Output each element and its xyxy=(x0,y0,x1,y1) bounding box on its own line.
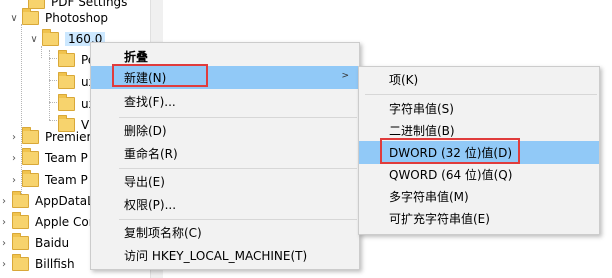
tree-guide-line xyxy=(49,120,57,121)
tree-guide-line xyxy=(49,58,57,59)
menu-item-permissions[interactable]: 权限(P)... xyxy=(91,193,359,216)
tree-guide-line xyxy=(49,102,57,103)
menu-item-label: 二进制值(B) xyxy=(389,124,455,138)
menu-item-label: QWORD (64 位)值(Q) xyxy=(389,168,513,182)
folder-icon xyxy=(22,127,39,144)
tree-node-label: Premier xyxy=(45,130,92,144)
chevron-right-icon[interactable]: › xyxy=(0,238,10,249)
menu-item-label: 访问 HKEY_LOCAL_MACHINE(T) xyxy=(124,249,308,263)
menu-item-label: 新建(N) xyxy=(124,71,167,85)
menu-item-collapse[interactable]: 折叠 xyxy=(91,45,359,68)
tree-node[interactable]: › AppDataLo xyxy=(0,190,101,212)
folder-icon xyxy=(42,29,59,46)
tree-node-label: Team P xyxy=(45,173,88,187)
menu-separator xyxy=(119,117,357,118)
folder-icon xyxy=(58,94,75,111)
tree-node[interactable]: › Team P xyxy=(8,169,88,191)
tree-node[interactable]: › Premier xyxy=(8,126,91,148)
new-submenu: 项(K) 字符串值(S) 二进制值(B) DWORD (32 位)值(D) QW… xyxy=(358,66,600,235)
menu-item-label: 复制项名称(C) xyxy=(124,226,202,240)
submenu-item-dword-value[interactable]: DWORD (32 位)值(D) xyxy=(359,141,599,164)
submenu-item-key[interactable]: 项(K) xyxy=(359,68,599,91)
chevron-right-icon[interactable]: › xyxy=(8,153,20,164)
tree-node-label: Photoshop xyxy=(45,11,109,25)
menu-item-label: 可扩充字符串值(E) xyxy=(389,212,490,226)
submenu-item-string-value[interactable]: 字符串值(S) xyxy=(359,97,599,120)
tree-node-label: Baidu xyxy=(35,236,70,250)
menu-item-label: 重命名(R) xyxy=(124,147,178,161)
menu-separator xyxy=(119,219,357,220)
menu-item-export[interactable]: 导出(E) xyxy=(91,170,359,193)
chevron-right-icon[interactable]: › xyxy=(0,196,10,207)
tree-node[interactable]: › Baidu xyxy=(0,232,69,254)
tree-guide-line xyxy=(49,50,50,120)
menu-separator xyxy=(119,168,357,169)
tree-node[interactable]: › Billfish xyxy=(0,253,75,275)
menu-item-copy-key-name[interactable]: 复制项名称(C) xyxy=(91,221,359,244)
submenu-item-qword-value[interactable]: QWORD (64 位)值(Q) xyxy=(359,163,599,186)
tree-node-photoshop[interactable]: ∨ Photoshop xyxy=(8,7,108,29)
folder-icon xyxy=(12,233,29,250)
folder-icon xyxy=(22,8,39,25)
menu-item-goto-hklm[interactable]: 访问 HKEY_LOCAL_MACHINE(T) xyxy=(91,244,359,267)
submenu-item-multi-string-value[interactable]: 多字符串值(M) xyxy=(359,185,599,208)
menu-item-label: 查找(F)... xyxy=(124,95,176,109)
menu-item-label: 删除(D) xyxy=(124,124,167,138)
tree-guide-line xyxy=(49,80,57,81)
menu-item-label: 项(K) xyxy=(389,73,419,87)
tree-node-label: Billfish xyxy=(35,257,75,271)
chevron-right-icon[interactable]: › xyxy=(8,175,20,186)
chevron-right-icon: > xyxy=(341,71,349,81)
tree-node-label: Team P xyxy=(45,151,88,165)
folder-icon xyxy=(12,212,29,229)
chevron-right-icon[interactable]: › xyxy=(8,132,20,143)
chevron-down-icon[interactable]: ∨ xyxy=(28,34,40,45)
menu-item-label: 多字符串值(M) xyxy=(389,190,469,204)
chevron-down-icon[interactable]: ∨ xyxy=(8,13,20,24)
chevron-right-icon[interactable]: › xyxy=(0,259,10,270)
menu-item-label: DWORD (32 位)值(D) xyxy=(389,146,512,160)
tree-node[interactable]: › Apple Cor xyxy=(0,211,94,233)
folder-icon xyxy=(12,191,29,208)
menu-item-rename[interactable]: 重命名(R) xyxy=(91,142,359,165)
submenu-item-expandable-string-value[interactable]: 可扩充字符串值(E) xyxy=(359,207,599,230)
folder-icon xyxy=(58,72,75,89)
submenu-item-binary-value[interactable]: 二进制值(B) xyxy=(359,119,599,142)
menu-item-find[interactable]: 查找(F)... xyxy=(91,90,359,113)
folder-icon xyxy=(58,50,75,67)
menu-item-new[interactable]: 新建(N) > xyxy=(91,66,359,89)
menu-separator xyxy=(365,94,597,95)
folder-icon xyxy=(22,170,39,187)
menu-item-label: 权限(P)... xyxy=(124,198,177,212)
folder-icon xyxy=(12,254,29,271)
menu-item-label: 导出(E) xyxy=(124,175,165,189)
context-menu: 折叠 新建(N) > 查找(F)... 删除(D) 重命名(R) 导出(E) 权… xyxy=(90,42,360,270)
tree-node[interactable]: › Team P xyxy=(8,147,88,169)
menu-item-label: 折叠 xyxy=(124,50,149,64)
menu-item-label: 字符串值(S) xyxy=(389,102,454,116)
folder-icon xyxy=(22,148,39,165)
menu-item-delete[interactable]: 删除(D) xyxy=(91,119,359,142)
chevron-right-icon[interactable]: › xyxy=(0,217,10,228)
tree-node-label: Apple Cor xyxy=(35,215,94,229)
